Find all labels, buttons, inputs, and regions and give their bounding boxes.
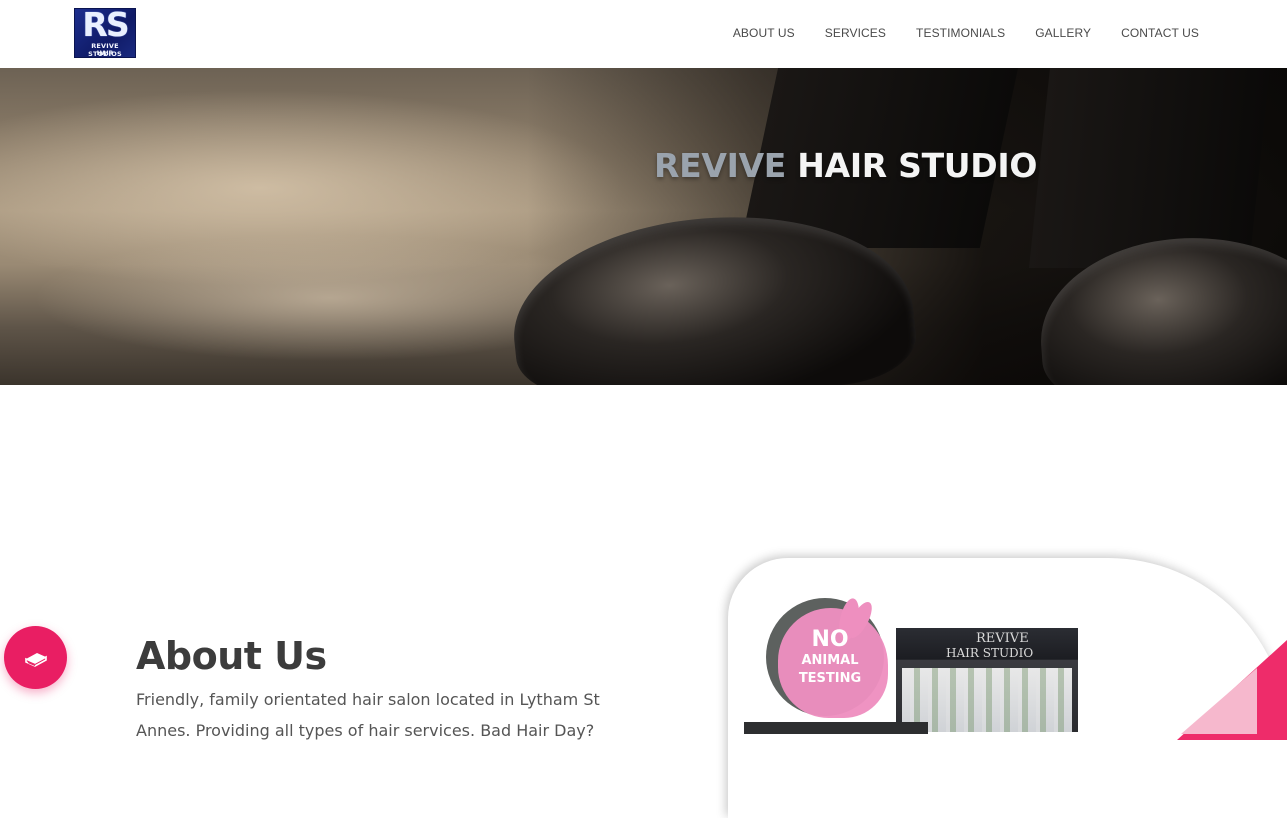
hero-banner: REVIVE HAIR STUDIO: [0, 68, 1287, 385]
main-nav: ABOUT US SERVICES TESTIMONIALS GALLERY C…: [733, 0, 1199, 66]
nav-contact-us[interactable]: CONTACT US: [1121, 26, 1199, 40]
logo-line-2: HAIR: [96, 50, 114, 57]
hero-title: REVIVE HAIR STUDIO: [654, 144, 1037, 188]
badge-line-3: TESTING: [798, 671, 862, 686]
hero-title-accent: REVIVE: [654, 146, 787, 185]
photo-caption-bar: [744, 722, 928, 734]
shop-sign-line-2: HAIR STUDIO: [946, 646, 1034, 660]
nav-gallery[interactable]: GALLERY: [1035, 26, 1091, 40]
badge-line-1: NO: [811, 627, 849, 652]
shop-sign-line-1: REVIVE: [976, 631, 1029, 646]
shop-sign: REVIVE HAIR STUDIO: [896, 628, 1078, 668]
nav-about-us[interactable]: ABOUT US: [733, 26, 795, 40]
logo-mark: RS: [82, 8, 129, 44]
book-icon: [24, 652, 47, 667]
about-title: About Us: [136, 634, 327, 678]
site-header: RS REVIVE STUDIOS HAIR ABOUT US SERVICES…: [0, 0, 1287, 68]
decorative-pink-corner-light: [1181, 668, 1257, 734]
nav-services[interactable]: SERVICES: [825, 26, 886, 40]
badge-line-2: ANIMAL: [801, 653, 859, 668]
about-text: Friendly, family orientated hair salon l…: [136, 690, 600, 740]
nav-testimonials[interactable]: TESTIMONIALS: [916, 26, 1005, 40]
hero-title-rest: HAIR STUDIO: [797, 146, 1038, 185]
site-logo[interactable]: RS REVIVE STUDIOS HAIR: [74, 8, 136, 58]
floating-book-button[interactable]: [4, 626, 67, 689]
hero-image-leg: [1028, 68, 1272, 268]
shop-front-photo: REVIVE HAIR STUDIO: [896, 628, 1078, 732]
badge-text: NO ANIMAL TESTING: [790, 628, 870, 688]
